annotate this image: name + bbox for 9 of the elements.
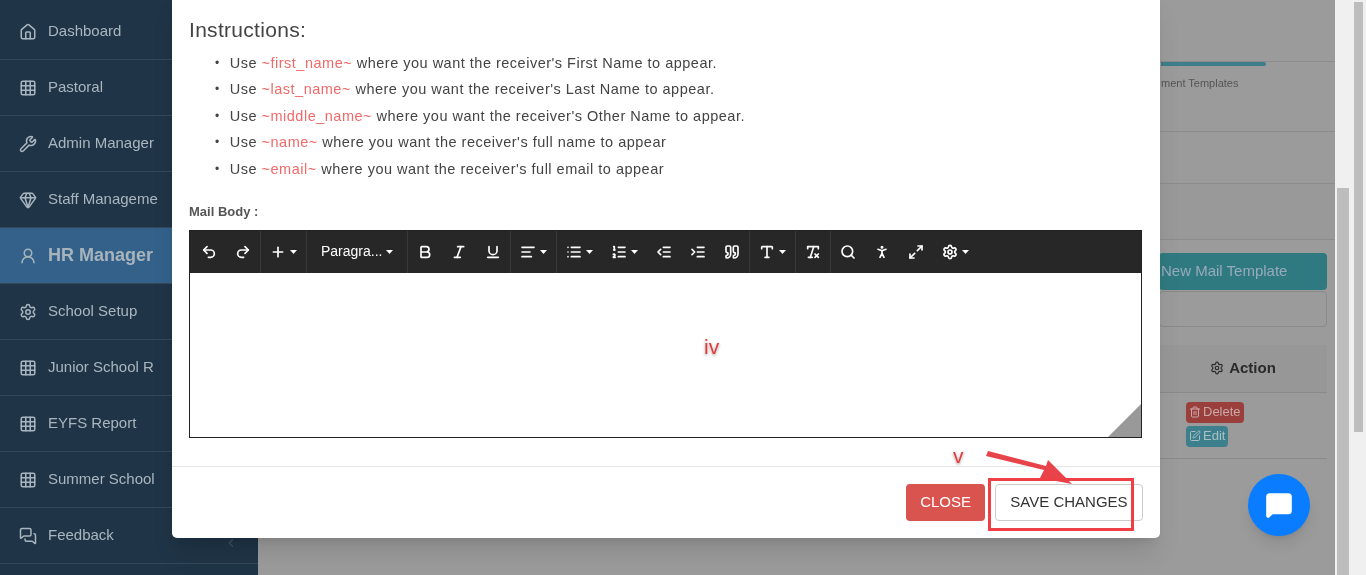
close-button[interactable]: CLOSE: [906, 484, 985, 521]
field-label: Mail Body :: [189, 203, 260, 221]
annotation-label: iv: [704, 334, 720, 360]
format-dropdown[interactable]: Paragra...: [307, 230, 408, 273]
bullet: •: [215, 81, 220, 98]
column-header: Action: [1229, 357, 1276, 378]
save-changes-button[interactable]: SAVE CHANGES: [995, 484, 1143, 521]
annotation-label: v: [953, 443, 964, 469]
bullet: •: [215, 134, 220, 151]
